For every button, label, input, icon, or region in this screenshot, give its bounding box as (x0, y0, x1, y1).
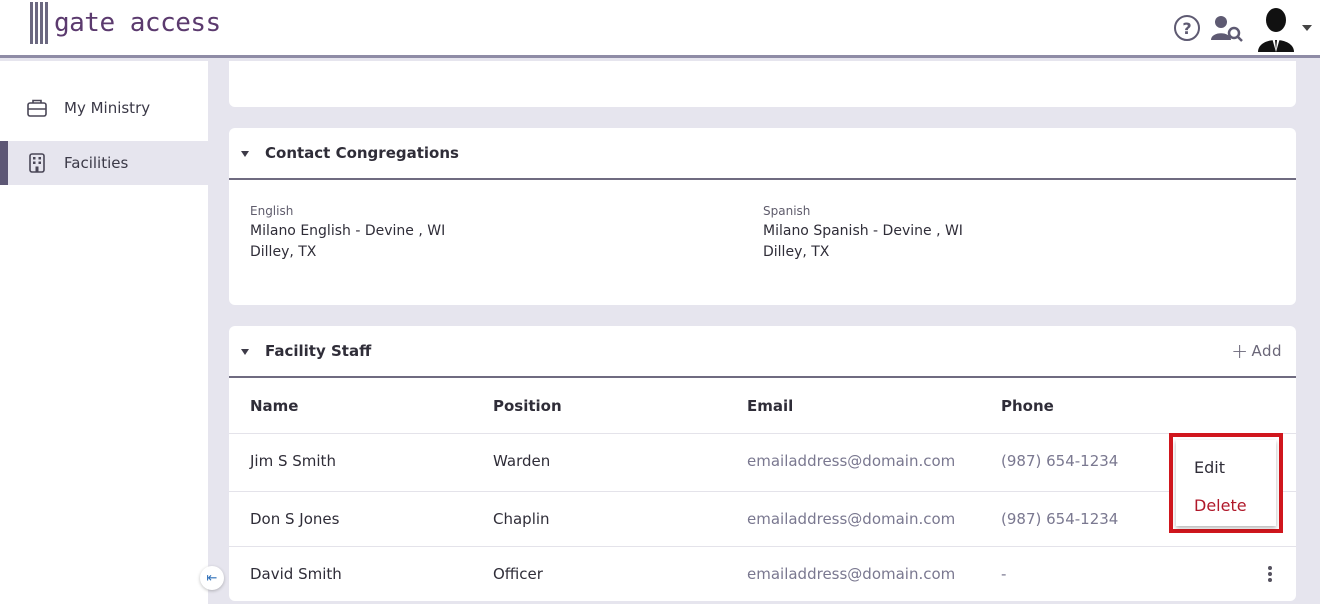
staff-phone: (987) 654-1234 (1001, 452, 1119, 470)
congregation-language: English (250, 204, 294, 218)
congregation-name: Milano English - Devine , WI (250, 223, 446, 239)
sidebar-item-my-ministry[interactable]: My Ministry (0, 86, 208, 130)
menu-panel: Edit Delete (1176, 440, 1276, 526)
congregation-location: Dilley, TX (763, 244, 830, 260)
sidebar: My Ministry Facilities (0, 61, 208, 604)
add-staff-button[interactable]: + Add (1231, 339, 1282, 363)
facility-staff-card: Facility Staff + Add Name Position Email … (229, 326, 1296, 601)
section-header[interactable]: Contact Congregations (229, 128, 1296, 180)
sidebar-item-label: Facilities (64, 154, 129, 172)
congregation-name: Milano Spanish - Devine , WI (763, 223, 963, 239)
staff-email[interactable]: emailaddress@domain.com (747, 547, 955, 601)
column-header-position[interactable]: Position (493, 397, 562, 415)
congregation-entry: Spanish Milano Spanish - Devine , WI Dil… (763, 204, 963, 263)
column-header-email[interactable]: Email (747, 397, 793, 415)
staff-position: Chaplin (493, 510, 550, 528)
staff-position: Officer (493, 565, 543, 583)
chevron-down-icon[interactable] (1302, 25, 1312, 31)
row-actions-menu: Edit Delete (1169, 433, 1283, 533)
staff-email[interactable]: emailaddress@domain.com (747, 492, 955, 546)
user-search-icon[interactable] (1210, 13, 1244, 43)
congregation-language: Spanish (763, 204, 811, 218)
sidebar-collapse-button[interactable]: ⇤ (200, 566, 224, 590)
column-header-name[interactable]: Name (250, 397, 298, 415)
more-vertical-icon[interactable] (1268, 547, 1272, 601)
sidebar-item-facilities[interactable]: Facilities (0, 141, 208, 185)
plus-icon: + (1231, 339, 1249, 363)
previous-section-card (229, 61, 1296, 107)
gate-access-logo[interactable]: gate access (30, 2, 221, 44)
staff-name: Don S Jones (250, 510, 340, 528)
logo-text: gate access (54, 8, 221, 38)
staff-name: Jim S Smith (250, 452, 336, 470)
congregation-entry: English Milano English - Devine , WI Dil… (250, 204, 445, 263)
staff-phone: (987) 654-1234 (1001, 510, 1119, 528)
logo-bars-icon (30, 2, 50, 44)
staff-phone: - (1001, 565, 1007, 583)
table-row[interactable]: Don S Jones Chaplin emailaddress@domain.… (229, 491, 1296, 545)
table-row[interactable]: Jim S Smith Warden emailaddress@domain.c… (229, 433, 1296, 487)
edit-menu-item[interactable]: Edit (1194, 458, 1225, 477)
top-header: gate access ? (0, 0, 1320, 58)
add-label: Add (1251, 342, 1282, 360)
staff-position: Warden (493, 452, 551, 470)
sidebar-item-label: My Ministry (64, 99, 151, 117)
section-title: Facility Staff (265, 342, 372, 360)
section-header[interactable]: Facility Staff + Add (229, 326, 1296, 378)
contact-congregations-card: Contact Congregations English Milano Eng… (229, 128, 1296, 305)
congregation-location: Dilley, TX (250, 244, 317, 260)
briefcase-icon (27, 99, 47, 117)
avatar[interactable] (1252, 4, 1300, 52)
staff-email[interactable]: emailaddress@domain.com (747, 434, 955, 488)
caret-down-icon[interactable] (241, 349, 249, 355)
section-title: Contact Congregations (265, 144, 459, 162)
building-icon (29, 153, 45, 173)
delete-menu-item[interactable]: Delete (1194, 496, 1247, 515)
caret-down-icon[interactable] (241, 151, 249, 157)
table-row[interactable]: David Smith Officer emailaddress@domain.… (229, 546, 1296, 600)
staff-name: David Smith (250, 565, 342, 583)
column-header-phone[interactable]: Phone (1001, 397, 1054, 415)
help-icon[interactable]: ? (1174, 15, 1200, 41)
